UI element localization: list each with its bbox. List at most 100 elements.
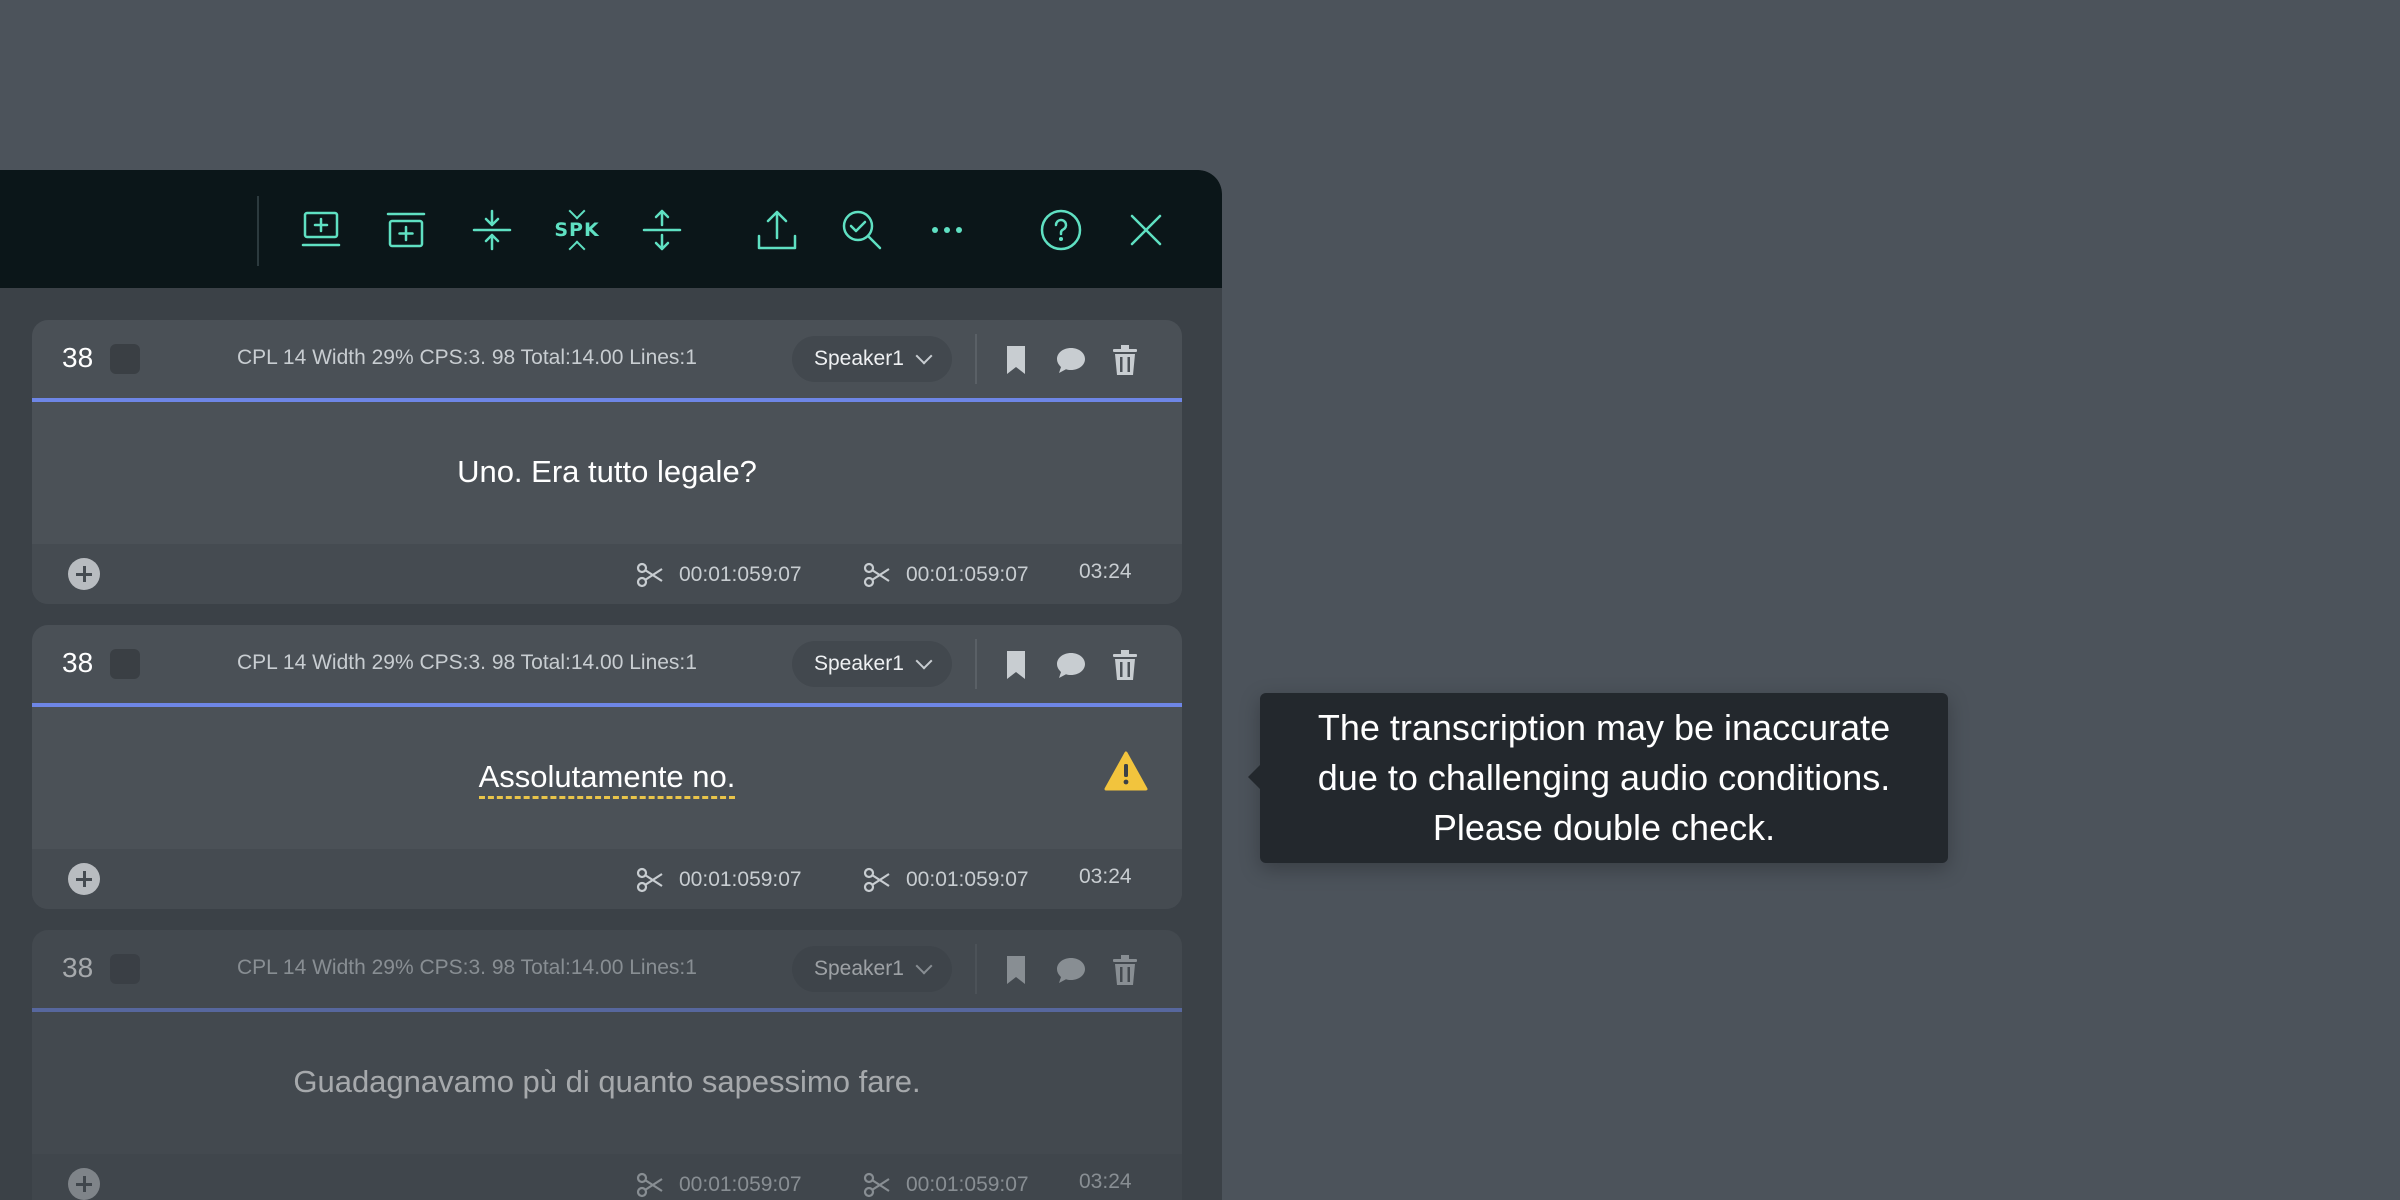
comment-button[interactable] <box>1051 340 1091 380</box>
timecode-in-value: 00:01:059:07 <box>679 563 802 586</box>
comment-button[interactable] <box>1051 950 1091 990</box>
delete-button[interactable] <box>1105 645 1145 685</box>
subtitle-stats: CPL 14 Width 29% CPS:3. 98 Total:14.00 L… <box>237 346 697 369</box>
timecode-out-value: 00:01:059:07 <box>906 868 1029 891</box>
scissors-icon <box>863 562 890 588</box>
tooltip-line-3: Please double check. <box>1432 807 1776 848</box>
card-footer: 00:01:059:07 00:01:059:07 03:24 <box>32 544 1182 604</box>
subtitle-text-area[interactable]: Assolutamente no. <box>32 707 1182 849</box>
comment-button[interactable] <box>1051 645 1091 685</box>
subtitle-card[interactable]: 38 CPL 14 Width 29% CPS:3. 98 Total:14.0… <box>32 320 1182 604</box>
duration: 03:24 <box>1079 1170 1132 1193</box>
speaker-dropdown[interactable]: Speaker1 <box>792 336 952 382</box>
bookmark-button[interactable] <box>996 340 1036 380</box>
warning-tooltip: The transcription may be inaccurate due … <box>1248 693 1948 863</box>
toolbar-divider <box>257 196 259 266</box>
comment-icon <box>1057 653 1085 678</box>
trash-icon <box>1113 955 1137 985</box>
toolbar: SPK <box>0 170 1222 288</box>
help-icon <box>1040 209 1082 251</box>
quality-check-icon <box>842 210 882 250</box>
comment-icon <box>1057 958 1085 983</box>
close-button[interactable] <box>1116 200 1176 260</box>
delete-button[interactable] <box>1105 340 1145 380</box>
export-button[interactable] <box>747 200 807 260</box>
subtitle-index: 38 <box>62 647 94 678</box>
delete-button[interactable] <box>1105 950 1145 990</box>
chevron-down-icon <box>915 347 933 365</box>
bookmark-icon <box>1007 346 1025 374</box>
scissors-icon <box>636 867 663 893</box>
insert-gap-icon <box>386 212 426 248</box>
bookmark-icon <box>1007 651 1025 679</box>
merge-button[interactable] <box>462 200 522 260</box>
speaker-dropdown[interactable]: Speaker1 <box>792 946 952 992</box>
tooltip-line-2: due to challenging audio conditions. <box>1317 757 1891 798</box>
chevron-down-icon <box>915 957 933 975</box>
speaker-dropdown-label: Speaker1 <box>814 652 904 675</box>
add-subtitle-button[interactable] <box>68 1168 100 1200</box>
subtitle-text[interactable]: Guadagnavamo pù di quanto sapessimo fare… <box>32 1064 1182 1100</box>
chevron-down-icon <box>915 652 933 670</box>
add-subtitle-button[interactable] <box>68 863 100 895</box>
speaker-merge-label: SPK <box>554 219 600 241</box>
more-button[interactable] <box>917 200 977 260</box>
header-divider <box>975 334 977 384</box>
scissors-icon <box>636 1172 663 1198</box>
select-checkbox[interactable] <box>110 344 140 374</box>
trash-icon <box>1113 650 1137 680</box>
add-subtitle-button[interactable] <box>68 558 100 590</box>
scissors-icon <box>863 1172 890 1198</box>
timecode-in-value: 00:01:059:07 <box>679 1173 802 1196</box>
subtitle-card[interactable]: 38 CPL 14 Width 29% CPS:3. 98 Total:14.0… <box>32 930 1182 1200</box>
bookmark-button[interactable] <box>996 645 1036 685</box>
speaker-dropdown-label: Speaker1 <box>814 347 904 370</box>
quality-check-button[interactable] <box>832 200 892 260</box>
bookmark-button[interactable] <box>996 950 1036 990</box>
tooltip-line-1: The transcription may be inaccurate <box>1317 707 1891 748</box>
speaker-merge-button[interactable]: SPK <box>547 200 607 260</box>
subtitle-editor-panel: SPK 38 CPL 14 Width 29% CPS:3. 98 Total:… <box>0 170 1222 1200</box>
select-checkbox[interactable] <box>110 649 140 679</box>
card-header: 38 CPL 14 Width 29% CPS:3. 98 Total:14.0… <box>32 320 1182 398</box>
timecode-out-value: 00:01:059:07 <box>906 563 1029 586</box>
insert-subtitle-button[interactable] <box>291 200 351 260</box>
card-footer: 00:01:059:07 00:01:059:07 03:24 <box>32 849 1182 909</box>
speaker-dropdown-label: Speaker1 <box>814 957 904 980</box>
timecode-out-value: 00:01:059:07 <box>906 1173 1029 1196</box>
timecode-in[interactable]: 00:01:059:07 <box>635 865 802 895</box>
card-header: 38 CPL 14 Width 29% CPS:3. 98 Total:14.0… <box>32 930 1182 1008</box>
split-button[interactable] <box>632 200 692 260</box>
trash-icon <box>1113 345 1137 375</box>
subtitle-index: 38 <box>62 952 94 983</box>
timecode-out[interactable]: 00:01:059:07 <box>862 865 1029 895</box>
card-header: 38 CPL 14 Width 29% CPS:3. 98 Total:14.0… <box>32 625 1182 703</box>
timecode-out[interactable]: 00:01:059:07 <box>862 560 1029 590</box>
duration: 03:24 <box>1079 865 1132 888</box>
insert-gap-button[interactable] <box>376 200 436 260</box>
timecode-out[interactable]: 00:01:059:07 <box>862 1170 1029 1200</box>
more-icon <box>932 227 962 233</box>
warning-icon[interactable] <box>1104 751 1148 791</box>
merge-icon <box>472 209 512 251</box>
subtitle-text-area[interactable]: Uno. Era tutto legale? <box>32 402 1182 544</box>
help-button[interactable] <box>1031 200 1091 260</box>
split-icon <box>642 209 682 251</box>
timecode-in[interactable]: 00:01:059:07 <box>635 560 802 590</box>
subtitle-text[interactable]: Uno. Era tutto legale? <box>32 454 1182 490</box>
flagged-text[interactable]: Assolutamente no. <box>478 759 736 799</box>
subtitle-stats: CPL 14 Width 29% CPS:3. 98 Total:14.00 L… <box>237 651 697 674</box>
subtitle-text-area[interactable]: Guadagnavamo pù di quanto sapessimo fare… <box>32 1012 1182 1154</box>
scissors-icon <box>863 867 890 893</box>
insert-subtitle-icon <box>301 211 341 247</box>
select-checkbox[interactable] <box>110 954 140 984</box>
timecode-in[interactable]: 00:01:059:07 <box>635 1170 802 1200</box>
subtitle-text[interactable]: Assolutamente no. <box>32 759 1182 799</box>
subtitle-card[interactable]: 38 CPL 14 Width 29% CPS:3. 98 Total:14.0… <box>32 625 1182 909</box>
subtitle-stats: CPL 14 Width 29% CPS:3. 98 Total:14.00 L… <box>237 956 697 979</box>
header-divider <box>975 639 977 689</box>
bookmark-icon <box>1007 956 1025 984</box>
speaker-dropdown[interactable]: Speaker1 <box>792 641 952 687</box>
header-divider <box>975 944 977 994</box>
close-icon <box>1130 214 1162 246</box>
